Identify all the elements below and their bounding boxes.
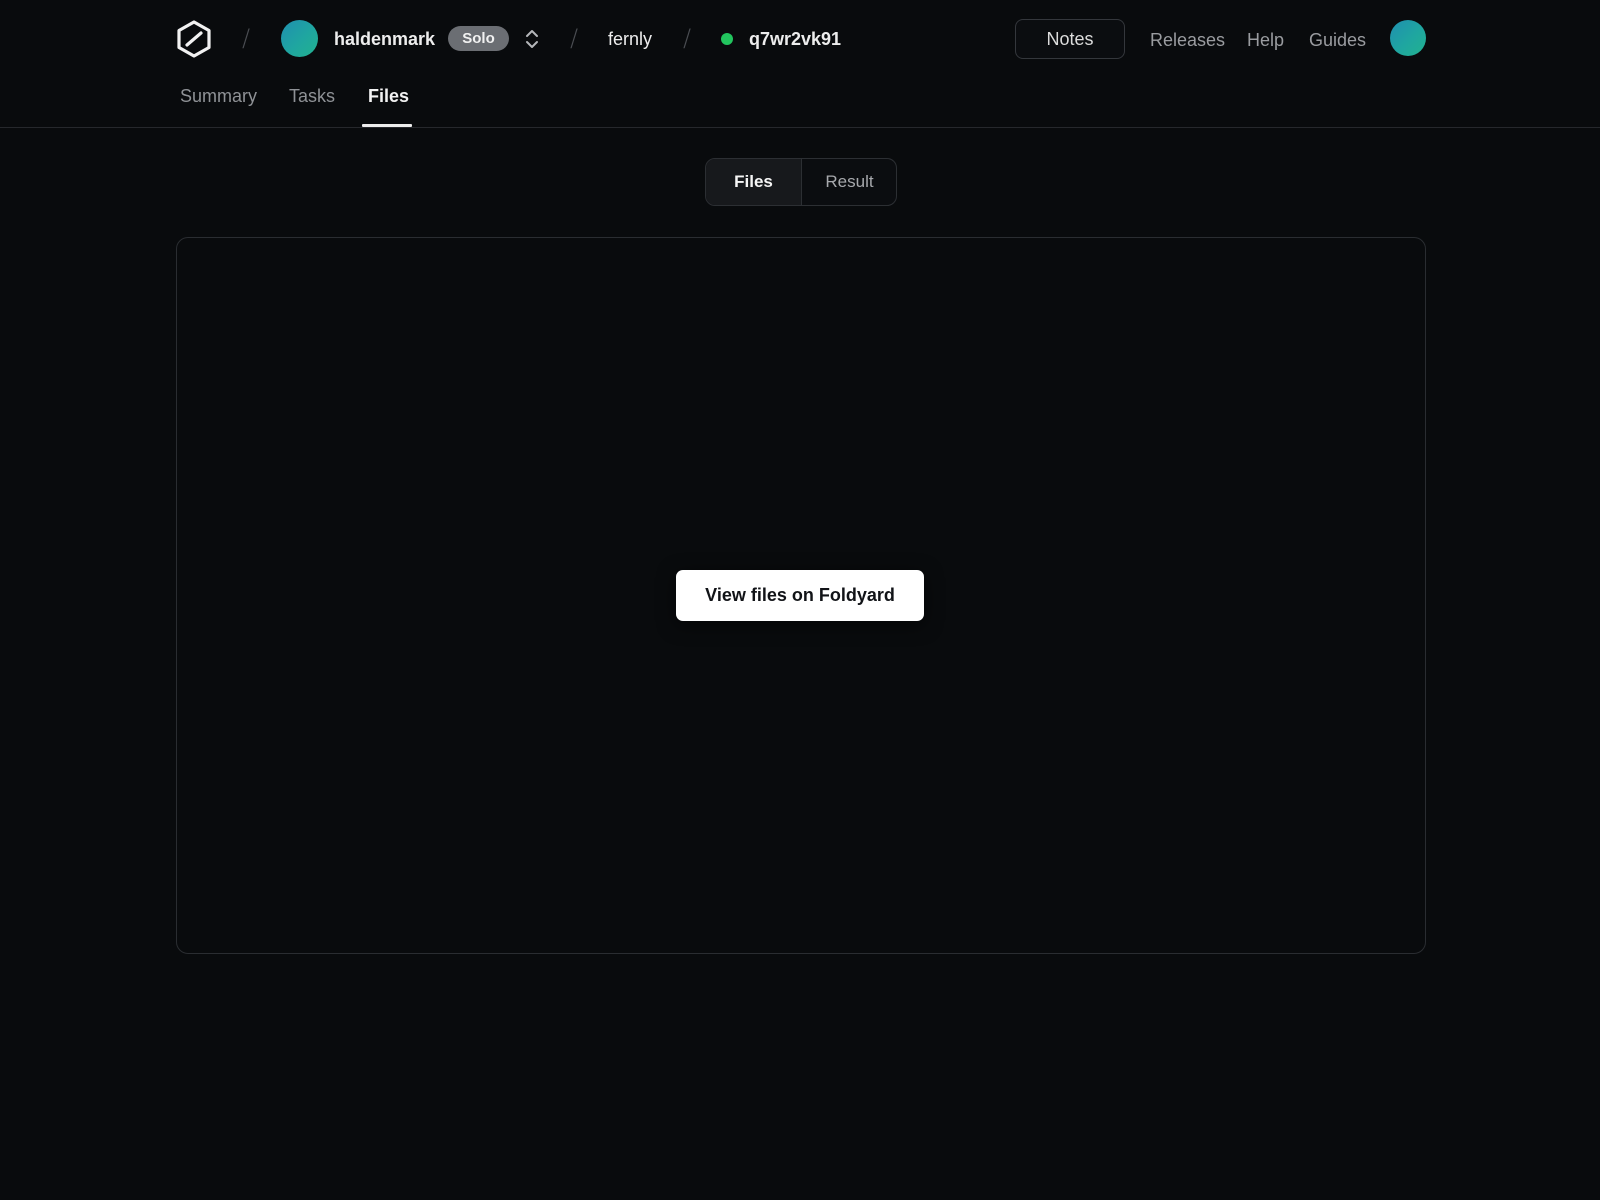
active-tab-indicator	[362, 124, 412, 127]
tab-summary[interactable]: Summary	[180, 84, 257, 108]
deployment-id[interactable]: q7wr2vk91	[749, 27, 841, 51]
tab-tasks[interactable]: Tasks	[289, 84, 335, 108]
deployment-status-dot	[721, 33, 733, 45]
breadcrumb-separator: /	[570, 24, 579, 52]
top-navigation-bar: / haldenmark Solo / fernly / q7wr2vk91 N…	[0, 0, 1600, 78]
chevron-up-down-icon[interactable]	[524, 28, 540, 50]
releases-link[interactable]: Releases	[1150, 28, 1225, 52]
help-link[interactable]: Help	[1247, 28, 1284, 52]
breadcrumb-separator: /	[683, 24, 692, 52]
toggle-files[interactable]: Files	[706, 159, 802, 205]
project-name[interactable]: fernly	[608, 27, 652, 51]
notes-button[interactable]: Notes	[1015, 19, 1125, 59]
toggle-result[interactable]: Result	[802, 159, 896, 205]
team-name[interactable]: haldenmark	[334, 27, 435, 51]
user-avatar[interactable]	[1390, 20, 1426, 56]
plan-badge: Solo	[448, 26, 509, 51]
view-toggle: Files Result	[705, 158, 897, 206]
tab-bar: Summary Tasks Files	[0, 78, 1600, 128]
team-avatar[interactable]	[281, 20, 318, 57]
breadcrumb-separator: /	[242, 24, 251, 52]
view-files-button[interactable]: View files on Foldyard	[676, 570, 924, 621]
logo-icon[interactable]	[176, 20, 212, 58]
tab-files[interactable]: Files	[368, 84, 409, 108]
guides-link[interactable]: Guides	[1309, 28, 1366, 52]
